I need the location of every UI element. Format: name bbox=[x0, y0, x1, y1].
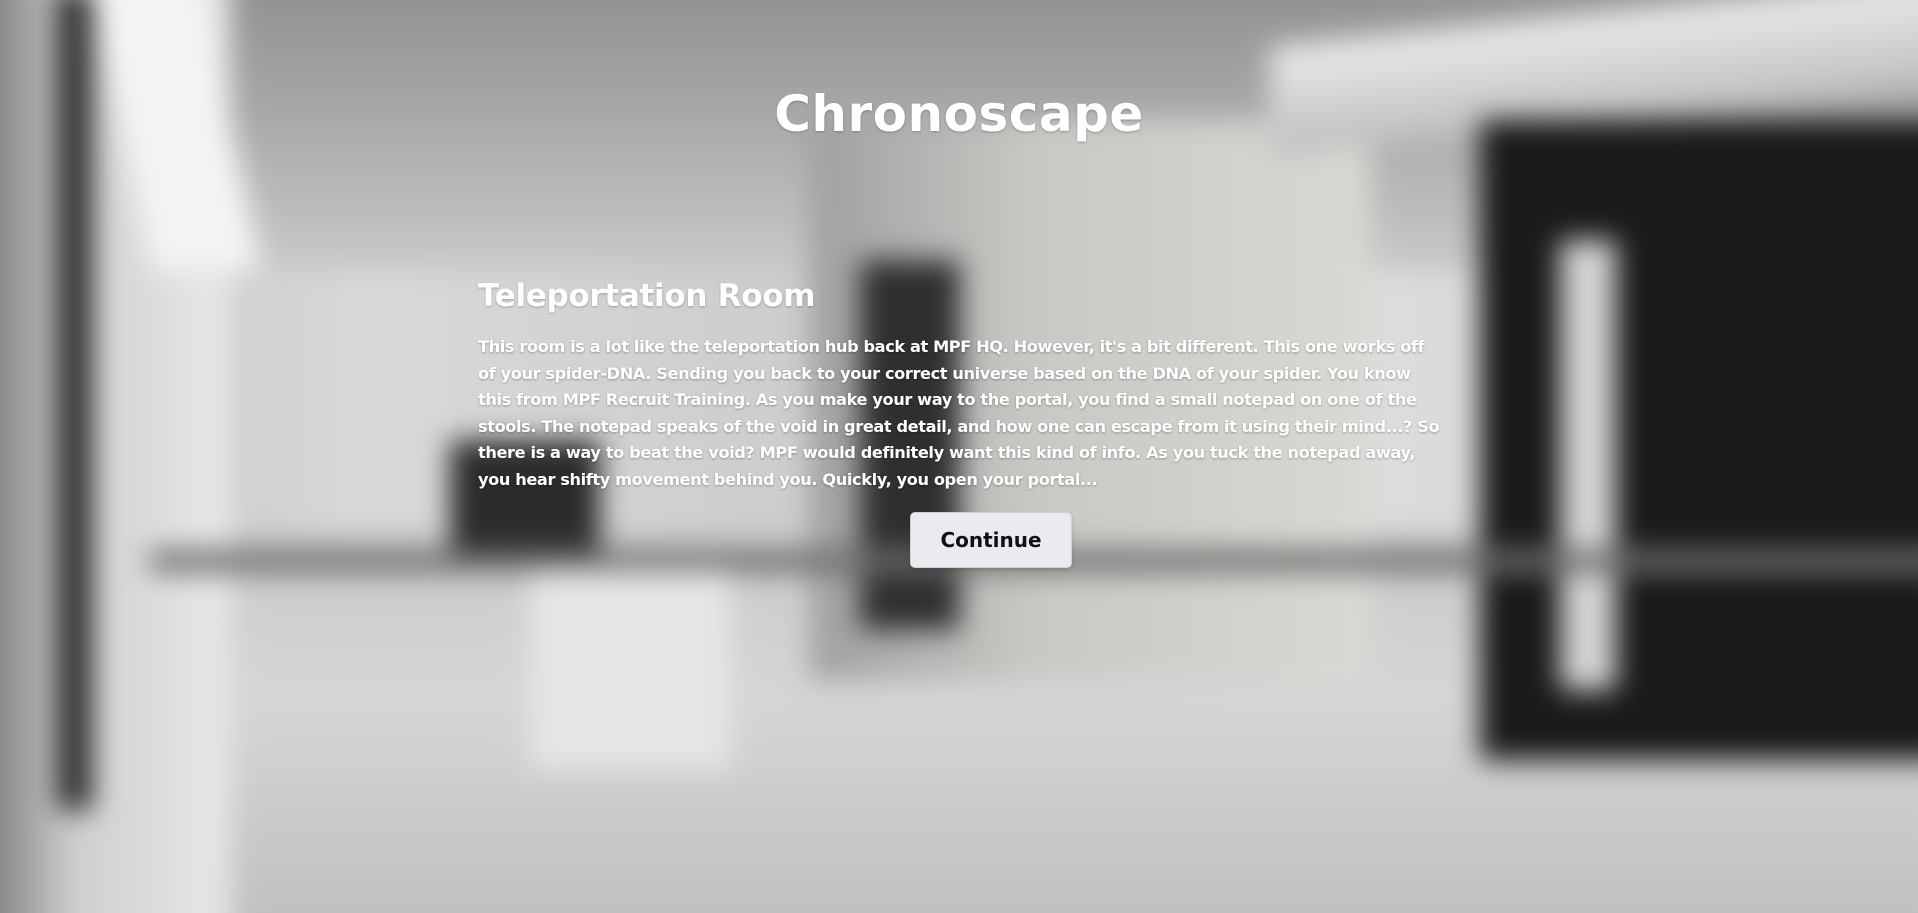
room-title: Teleportation Room bbox=[478, 278, 816, 314]
room-panel: Teleportation Room This room is a lot li… bbox=[478, 276, 1444, 493]
game-scene: Chronoscape Teleportation Room This room… bbox=[0, 0, 1918, 913]
continue-button[interactable]: Continue bbox=[910, 512, 1072, 568]
game-title: Chronoscape bbox=[774, 85, 1144, 143]
room-description: This room is a lot like the teleportatio… bbox=[478, 337, 1440, 489]
